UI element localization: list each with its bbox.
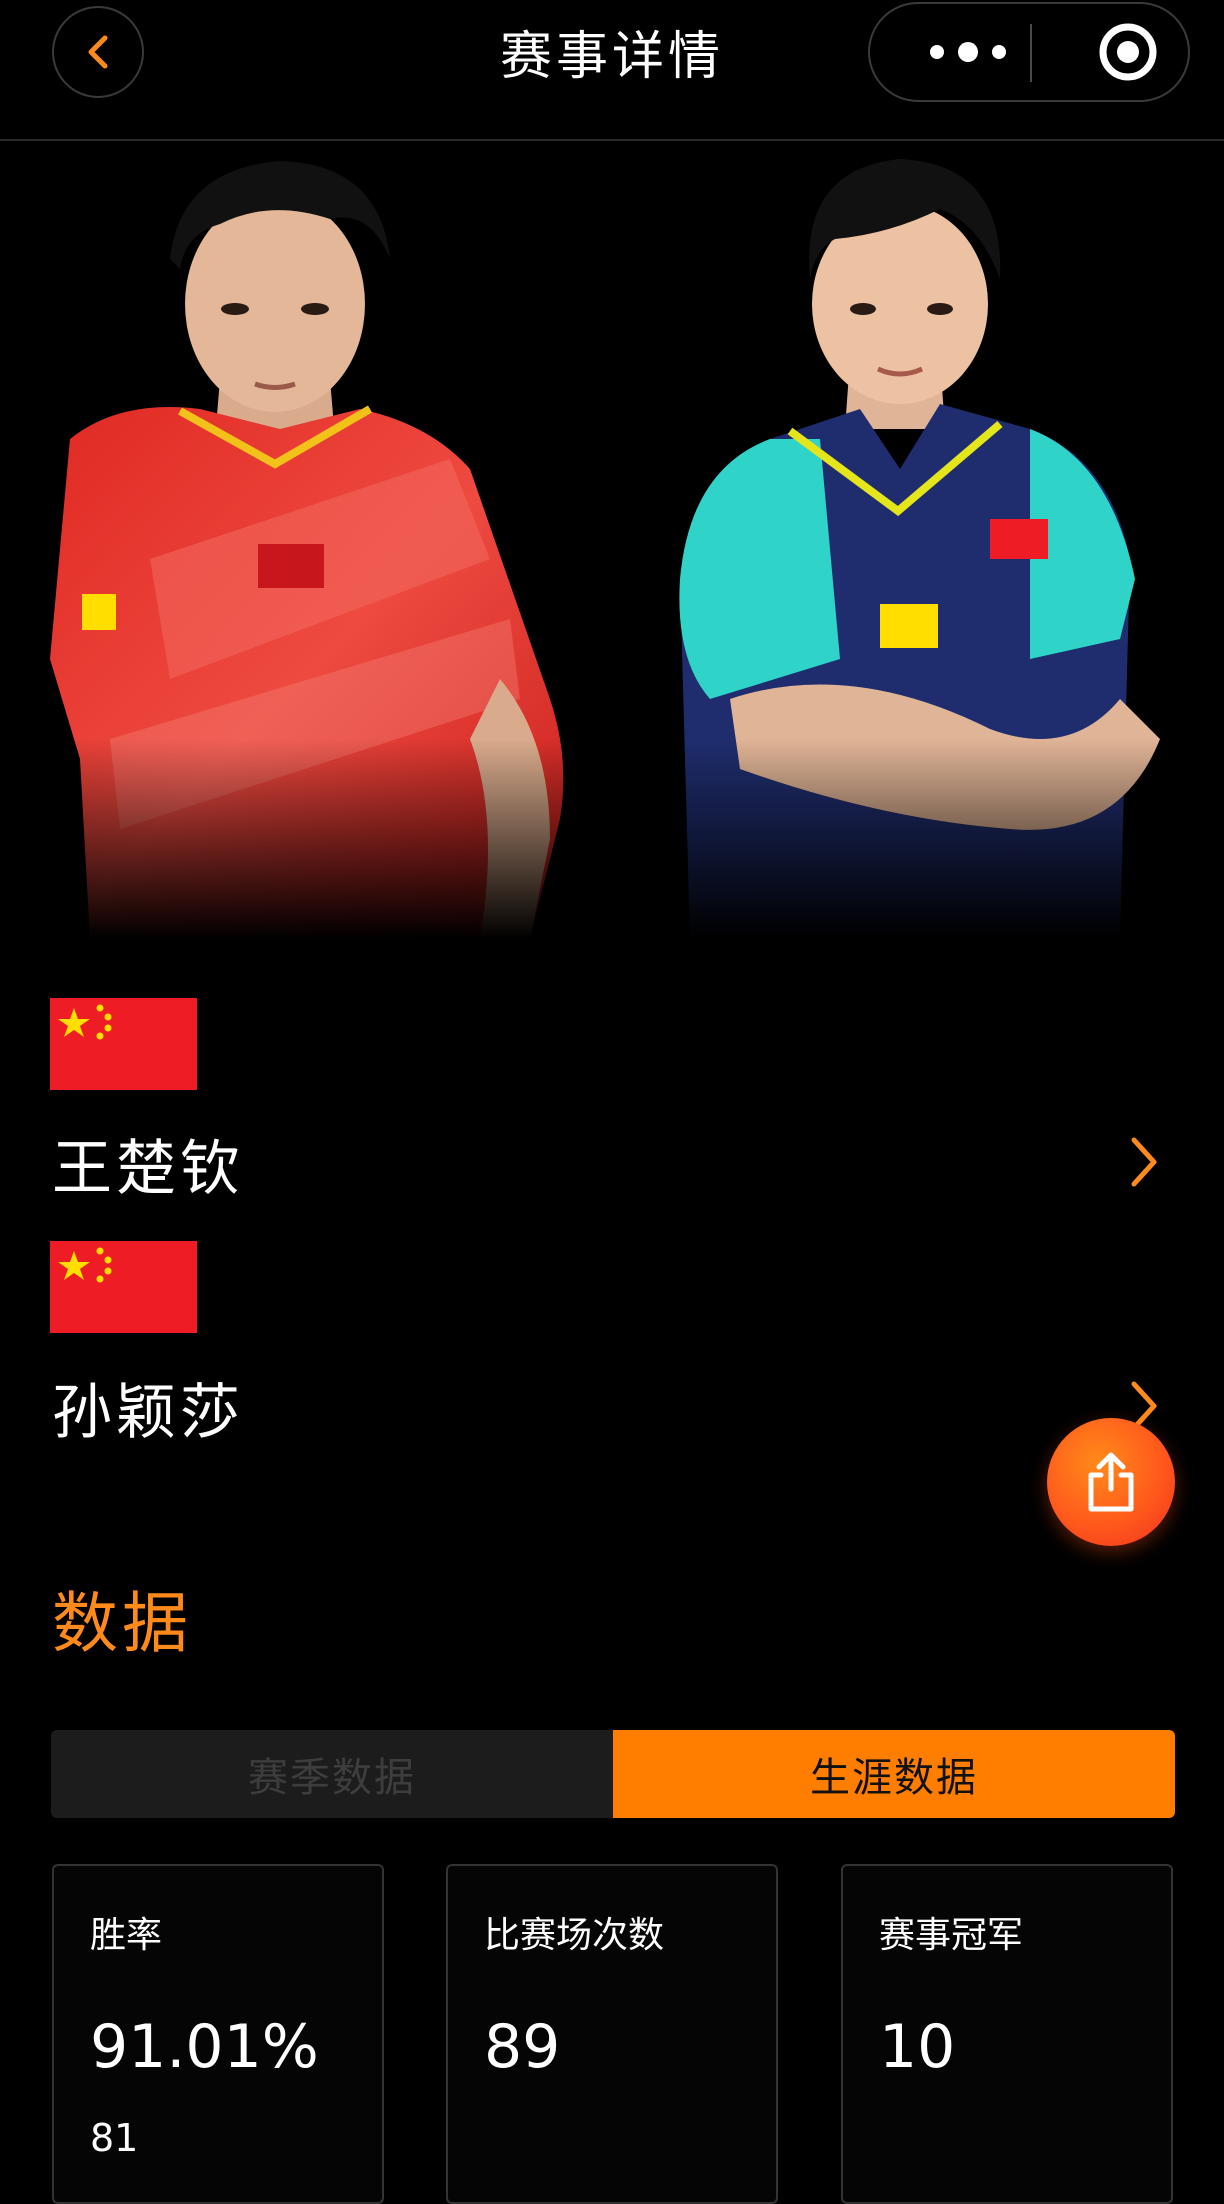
stat-value: 89 — [484, 2012, 561, 2082]
stat-card-matches: 比赛场次数 89 — [446, 1864, 778, 2204]
china-flag-icon — [50, 998, 197, 1090]
player-name: 王楚钦 — [52, 1134, 244, 1204]
stat-label: 胜率 — [90, 1915, 163, 1956]
chevron-right-icon — [1131, 1137, 1157, 1187]
stat-value: 91.01% — [90, 2012, 319, 2082]
target-icon — [1099, 23, 1157, 81]
stats-tabs: 赛季数据 生涯数据 — [51, 1730, 1175, 1818]
section-title-data: 数据 — [52, 1585, 192, 1662]
player-photo-wang-chuqin — [30, 139, 590, 939]
player-row-1[interactable]: 王楚钦 — [0, 1112, 1224, 1212]
stat-card-win-rate: 胜率 91.01% 81 — [52, 1864, 384, 2204]
player-row-2[interactable]: 孙颖莎 — [0, 1356, 1224, 1456]
stat-sub-value: 81 — [90, 2116, 139, 2160]
tab-career-stats[interactable]: 生涯数据 — [613, 1730, 1175, 1818]
stat-value: 10 — [879, 2012, 956, 2082]
share-icon — [1088, 1452, 1134, 1512]
share-button[interactable] — [1047, 1418, 1175, 1546]
more-button[interactable] — [908, 4, 1028, 100]
mini-program-capsule — [868, 2, 1190, 102]
more-dots-icon — [930, 42, 1006, 62]
china-flag-icon — [50, 1241, 197, 1333]
stat-card-titles: 赛事冠军 10 — [841, 1864, 1173, 2204]
tab-season-stats[interactable]: 赛季数据 — [51, 1730, 613, 1818]
capsule-divider — [1030, 24, 1032, 82]
nav-bar: 赛事详情 — [0, 0, 1224, 141]
stat-label: 比赛场次数 — [484, 1915, 665, 1956]
stat-label: 赛事冠军 — [879, 1915, 1024, 1956]
player-photo-sun-yingsha — [650, 139, 1190, 939]
close-mini-program-button[interactable] — [1080, 4, 1176, 100]
player-name: 孙颖莎 — [52, 1378, 244, 1448]
